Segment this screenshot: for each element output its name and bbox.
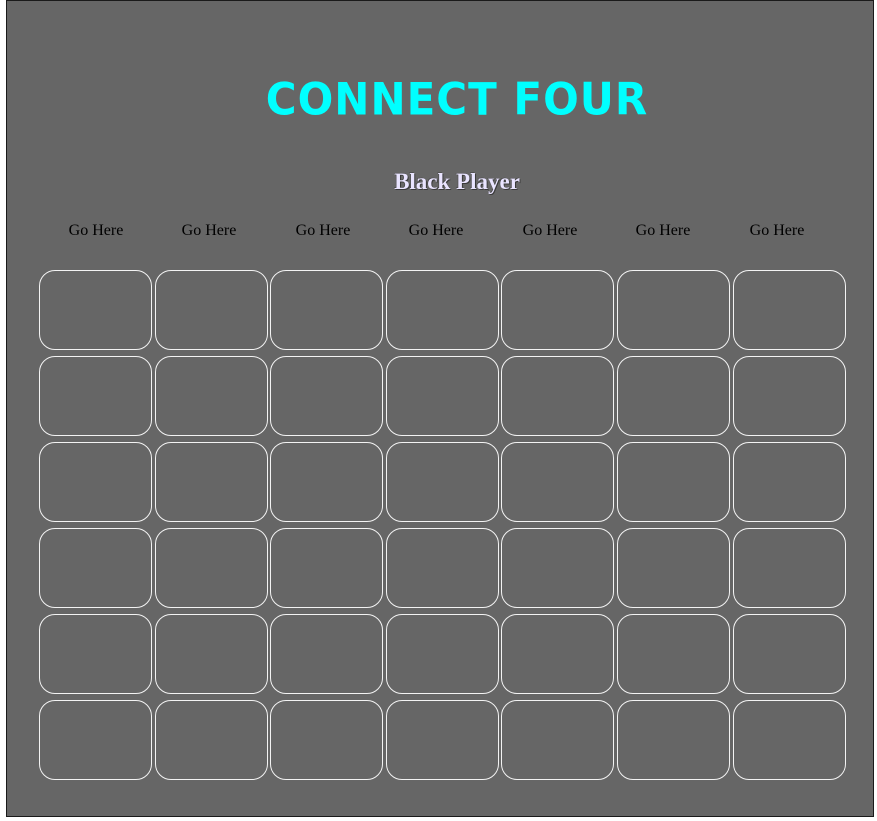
board-cell (733, 442, 846, 522)
board-cell (39, 270, 152, 350)
drop-button-col-4[interactable]: Go Here (381, 222, 491, 240)
board-cell (386, 356, 499, 436)
drop-button-col-3[interactable]: Go Here (268, 222, 378, 240)
board-cell (733, 356, 846, 436)
board-cell (270, 700, 383, 780)
board-cell (501, 700, 614, 780)
game-container: Connect Four Black Player Go Here Go Her… (6, 0, 874, 817)
current-player-label: Black Player (394, 169, 520, 194)
board-cell (155, 528, 268, 608)
board-cell (155, 442, 268, 522)
board-cell (39, 356, 152, 436)
game-board (39, 270, 851, 786)
board-cell (155, 356, 268, 436)
board-cell (270, 614, 383, 694)
board-cell (501, 356, 614, 436)
board-cell (733, 528, 846, 608)
board-cell (617, 614, 730, 694)
board-cell (270, 528, 383, 608)
board-cell (501, 270, 614, 350)
drop-button-row: Go Here Go Here Go Here Go Here Go Here … (7, 222, 873, 246)
board-cell (155, 700, 268, 780)
board-cell (617, 442, 730, 522)
board-cell (501, 614, 614, 694)
board-cell (270, 356, 383, 436)
board-cell (733, 614, 846, 694)
board-cell (386, 528, 499, 608)
board-cell (386, 700, 499, 780)
board-cell (386, 270, 499, 350)
drop-button-col-6[interactable]: Go Here (608, 222, 718, 240)
drop-button-col-5[interactable]: Go Here (495, 222, 605, 240)
board-cell (733, 270, 846, 350)
board-cell (386, 442, 499, 522)
board-cell (39, 442, 152, 522)
board-cell (155, 270, 268, 350)
board-cell (733, 700, 846, 780)
board-cell (501, 528, 614, 608)
board-cell (501, 442, 614, 522)
board-cell (39, 700, 152, 780)
board-cell (386, 614, 499, 694)
board-cell (270, 442, 383, 522)
board-cell (39, 528, 152, 608)
drop-button-col-7[interactable]: Go Here (722, 222, 832, 240)
board-cell (155, 614, 268, 694)
board-cell (617, 356, 730, 436)
board-cell (270, 270, 383, 350)
drop-button-col-2[interactable]: Go Here (154, 222, 264, 240)
game-title: Connect Four (265, 73, 649, 126)
board-cell (617, 528, 730, 608)
board-cell (617, 700, 730, 780)
board-cell (617, 270, 730, 350)
drop-button-col-1[interactable]: Go Here (41, 222, 151, 240)
board-cell (39, 614, 152, 694)
